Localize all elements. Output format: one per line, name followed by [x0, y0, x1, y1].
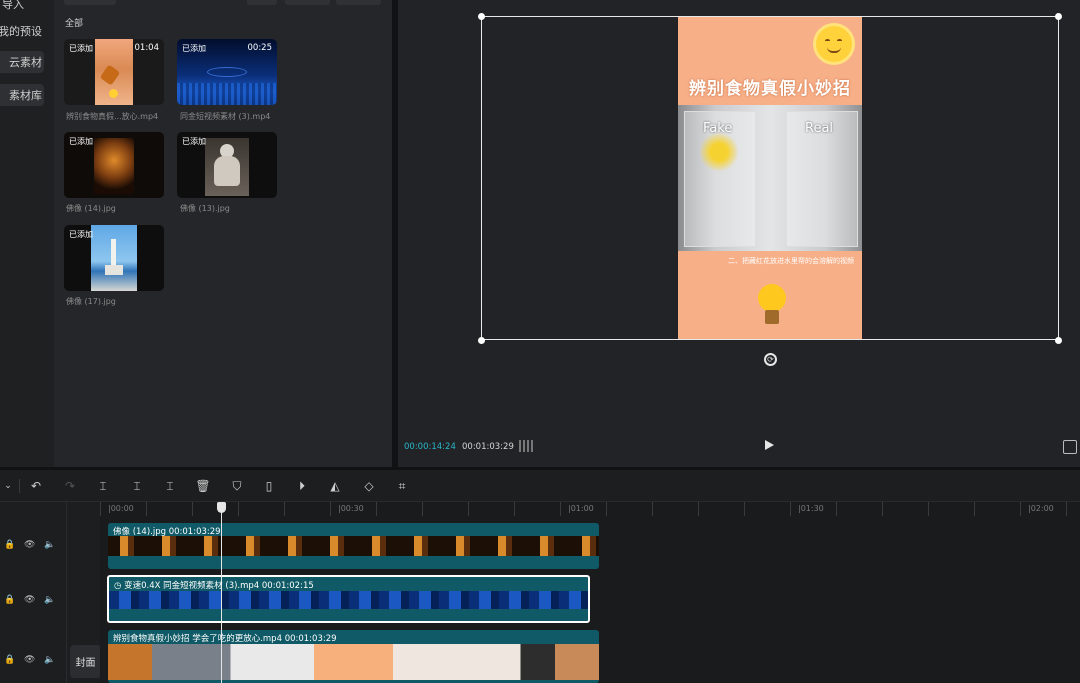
added-badge: 已添加: [69, 230, 93, 239]
split-left-icon[interactable]: ⌶: [129, 478, 145, 494]
media-view-button[interactable]: [247, 0, 277, 5]
media-item-stock-video[interactable]: 已添加 00:25: [177, 39, 277, 105]
lock-icon[interactable]: 🔒: [4, 655, 15, 665]
volume-icon[interactable]: 🔈: [44, 595, 55, 605]
duration-label: 01:04: [134, 43, 160, 53]
media-item-name: 辨别食物真假...放心.mp4: [66, 112, 159, 121]
section-all-label: 全部: [65, 19, 84, 29]
media-item-name: 佛像 (17).jpg: [66, 297, 116, 306]
rotate-clip-icon[interactable]: ◇: [361, 478, 377, 494]
nav-cloud-material[interactable]: 云素材: [0, 51, 44, 73]
timeline-tracks: |00:00 |00:30 |01:00 |01:30 |02:00 佛像 (1…: [100, 502, 1080, 683]
left-nav: 导入 我的预设 云素材 素材库: [0, 0, 54, 467]
clip-speed: 变速0.4X: [124, 581, 161, 591]
media-item-buddha-13[interactable]: 已添加: [177, 132, 277, 198]
resize-handle-br[interactable]: [1055, 337, 1062, 344]
resize-handle-tl[interactable]: [478, 13, 485, 20]
eye-icon[interactable]: 👁: [24, 595, 35, 605]
ruler-tick: |01:00: [568, 504, 594, 513]
clip-food-video[interactable]: 辨别食物真假小妙招 学会了吃的更放心.mp4 00:01:03:29: [108, 630, 599, 683]
reverse-play-icon[interactable]: ⏵: [294, 478, 310, 494]
mirror-icon[interactable]: ◭: [327, 478, 343, 494]
track-headers: 🔒 👁 🔈 🔒 👁 🔈 🔒 👁 🔈 封面: [0, 502, 101, 683]
clip-label: 佛像 (14).jpg 00:01:03:29: [113, 527, 221, 537]
clip-label: 辨别食物真假小妙招 学会了吃的更放心.mp4 00:01:03:29: [113, 634, 337, 644]
nav-my-presets[interactable]: 我的预设: [0, 20, 44, 42]
clip-filmstrip: [108, 536, 599, 556]
clip-label: ◷ 变速0.4X 同金短视频素材 (3).mp4 00:01:02:15: [114, 579, 314, 591]
playhead[interactable]: [221, 502, 222, 683]
media-item-name: 同金短视频素材 (3).mp4: [180, 112, 271, 121]
media-item-food-video[interactable]: 已添加 01:04: [64, 39, 164, 105]
cover-button[interactable]: 封面: [70, 645, 101, 678]
ruler-tick: |01:30: [798, 504, 824, 513]
media-item-name: 佛像 (13).jpg: [180, 204, 230, 213]
buddha-17-thumbnail: [91, 225, 137, 291]
added-badge: 已添加: [182, 44, 206, 53]
volume-icon[interactable]: 🔈: [44, 540, 55, 550]
media-item-buddha-14[interactable]: 已添加: [64, 132, 164, 198]
collapse-chevron-icon[interactable]: ⌄: [0, 478, 16, 494]
lock-icon[interactable]: 🔒: [4, 540, 15, 550]
added-badge: 已添加: [69, 44, 93, 53]
split-icon[interactable]: ⌶: [95, 478, 111, 494]
split-right-icon[interactable]: ⌶: [162, 478, 178, 494]
eye-icon[interactable]: 👁: [24, 655, 35, 665]
current-time: 00:00:14:24: [404, 442, 456, 452]
nav-import[interactable]: 导入: [0, 0, 44, 15]
fullscreen-icon[interactable]: [1063, 440, 1077, 454]
marker-icon[interactable]: ⛉: [229, 478, 245, 494]
added-badge: 已添加: [69, 137, 93, 146]
clip-filmstrip: [109, 591, 588, 609]
clip-name: 同金短视频素材 (3).mp4 00:01:02:15: [163, 581, 314, 591]
undo-icon[interactable]: ↶: [28, 478, 44, 494]
duration-label: 00:25: [247, 43, 273, 53]
resize-handle-bl[interactable]: [478, 337, 485, 344]
delete-icon[interactable]: 🗑: [195, 478, 211, 494]
clip-stock-video[interactable]: ◷ 变速0.4X 同金短视频素材 (3).mp4 00:01:02:15: [107, 575, 590, 623]
crop-icon[interactable]: ⌗: [394, 478, 410, 494]
selection-box[interactable]: [481, 16, 1059, 340]
added-badge: 已添加: [182, 137, 206, 146]
rotate-icon[interactable]: ⟳: [764, 353, 777, 366]
speed-icon: ◷: [114, 581, 122, 591]
media-import-button[interactable]: [336, 0, 381, 5]
media-filter-button[interactable]: [285, 0, 330, 5]
ruler-tick: |02:00: [1028, 504, 1054, 513]
media-sort-control[interactable]: [64, 0, 116, 5]
media-panel: 全部 已添加 01:04 辨别食物真假...放心.mp4 已添加 00:25 同…: [54, 0, 392, 467]
ruler-tick: |00:00: [108, 504, 134, 513]
player-panel: 辨别食物真假小妙招 Fake Real 二、把藏红花放进水里帮的会溶解的视频 ⟳…: [398, 0, 1080, 467]
timeline-view-icon[interactable]: [519, 440, 535, 452]
clip-buddha-image[interactable]: 佛像 (14).jpg 00:01:03:29: [108, 523, 599, 569]
food-video-thumbnail: [95, 39, 133, 105]
eye-icon[interactable]: 👁: [24, 540, 35, 550]
clip-filmstrip: [108, 644, 599, 680]
buddha-13-thumbnail: [205, 138, 249, 196]
media-item-name: 佛像 (14).jpg: [66, 204, 116, 213]
timeline-toolbar: ⌄ ↶ ↷ ⌶ ⌶ ⌶ 🗑 ⛉ ▯ ⏵ ◭ ◇ ⌗: [0, 470, 1080, 502]
redo-icon[interactable]: ↷: [62, 478, 78, 494]
buddha-14-thumbnail: [94, 138, 134, 194]
freeze-frame-icon[interactable]: ▯: [261, 478, 277, 494]
nav-material-library[interactable]: 素材库: [0, 84, 44, 106]
total-time: 00:01:03:29: [462, 442, 514, 452]
ruler-tick: |00:30: [338, 504, 364, 513]
playhead-handle[interactable]: [217, 502, 226, 513]
volume-icon[interactable]: 🔈: [44, 655, 55, 665]
resize-handle-tr[interactable]: [1055, 13, 1062, 20]
play-icon[interactable]: [765, 440, 774, 450]
media-item-buddha-17[interactable]: 已添加: [64, 225, 164, 291]
lock-icon[interactable]: 🔒: [4, 595, 15, 605]
